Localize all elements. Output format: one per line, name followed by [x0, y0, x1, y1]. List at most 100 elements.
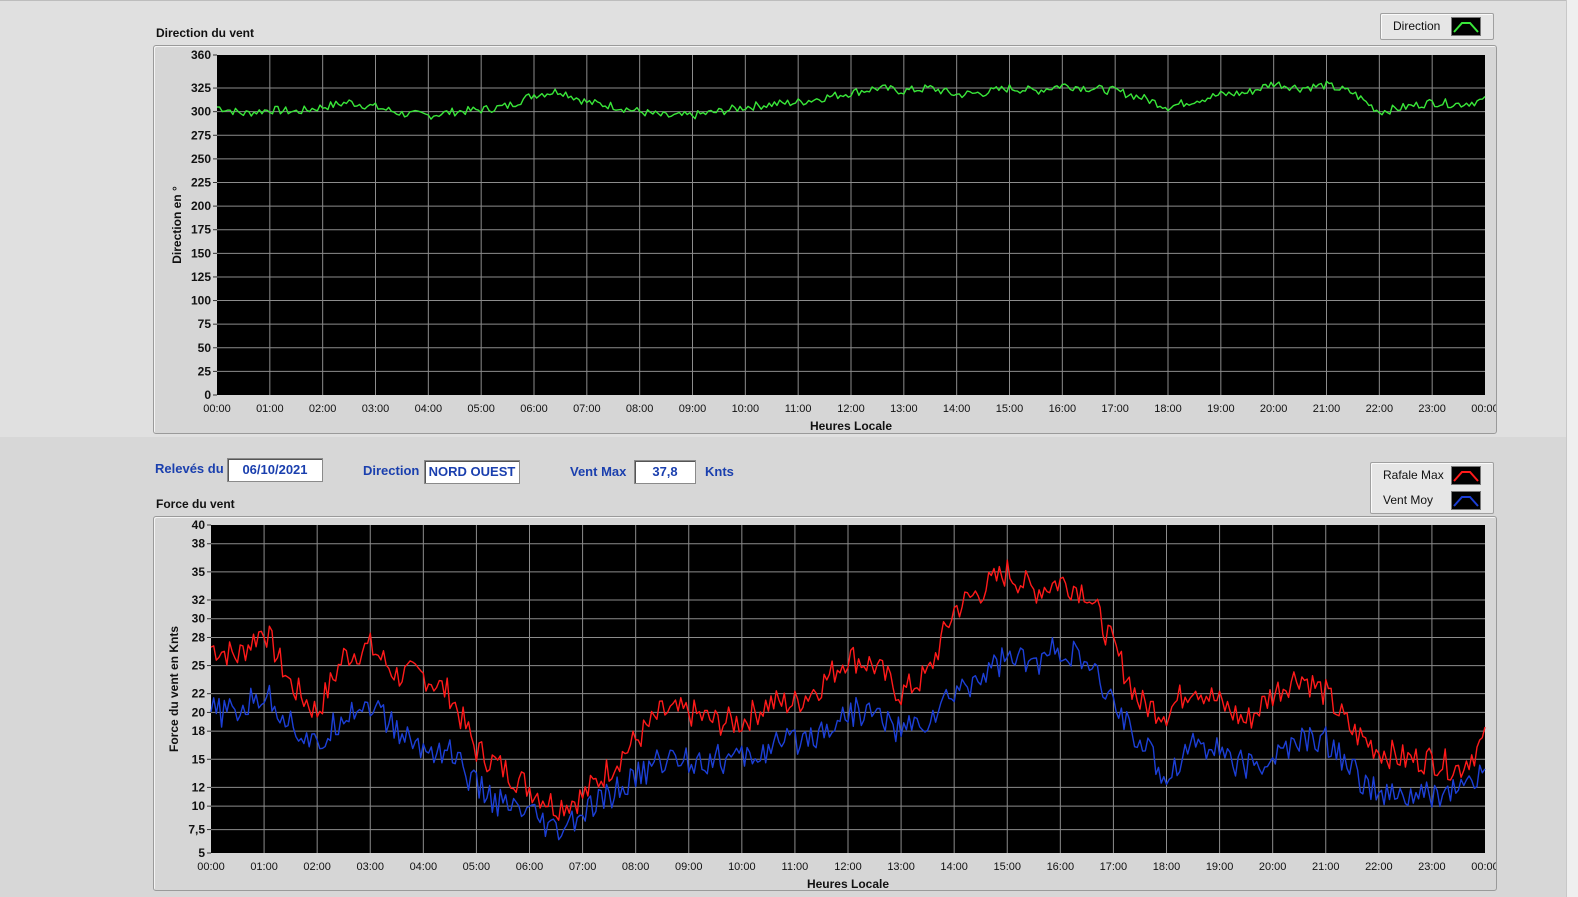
legend-label-direction: Direction — [1393, 19, 1441, 33]
x-tick-label: 17:00 — [1100, 861, 1128, 873]
legend-label-vent-moy: Vent Moy — [1383, 493, 1434, 507]
line-plot-icon-green[interactable] — [1451, 17, 1481, 36]
x-axis-ticks: 00:00 01:00 02:00 03:00 04:00 05:00 06:00 07:00… — [203, 403, 1499, 415]
x-tick-label: 15:00 — [993, 861, 1021, 873]
y-tick-label: 250 — [191, 152, 211, 166]
x-tick-label: 21:00 — [1312, 861, 1340, 873]
x-tick-label: 13:00 — [890, 403, 918, 415]
y-tick-label: 125 — [191, 270, 211, 284]
x-axis-title: Heures Locale — [810, 419, 892, 433]
y-tick-label: 25 — [198, 364, 212, 378]
vent-max-label: Vent Max — [570, 464, 627, 479]
y-axis-ticks: 0 25 50 75 100 125 150 175 200 225 250 275 300 325 360 — [191, 48, 217, 402]
y-tick-label: 32 — [192, 593, 206, 607]
direction-field[interactable]: NORD OUEST — [424, 460, 520, 484]
x-tick-label: 10:00 — [732, 403, 760, 415]
y-tick-label: 300 — [191, 105, 211, 119]
x-tick-label: 01:00 — [256, 403, 284, 415]
x-tick-label: 01:00 — [250, 861, 278, 873]
x-tick-label: 05:00 — [467, 403, 495, 415]
y-tick-label: 0 — [204, 388, 211, 402]
y-tick-label: 175 — [191, 223, 211, 237]
x-tick-label: 07:00 — [569, 861, 597, 873]
y-tick-label: 75 — [198, 317, 212, 331]
y-tick-label: 15 — [192, 752, 206, 766]
legend-item-rafale-max[interactable]: Rafale Max — [1371, 463, 1493, 487]
line-plot-icon-blue[interactable] — [1451, 491, 1481, 510]
x-tick-label: 18:00 — [1154, 403, 1182, 415]
x-tick-label: 19:00 — [1207, 403, 1235, 415]
x-tick-label: 16:00 — [1047, 861, 1075, 873]
unit-label: Knts — [705, 464, 734, 479]
x-tick-label: 15:00 — [996, 403, 1024, 415]
x-tick-label: 12:00 — [837, 403, 865, 415]
y-tick-label: 30 — [192, 612, 206, 626]
y-tick-label: 10 — [192, 799, 206, 813]
y-tick-label: 225 — [191, 176, 211, 190]
y-tick-label: 25 — [192, 659, 206, 673]
y-tick-label: 200 — [191, 199, 211, 213]
x-tick-label: 11:00 — [782, 861, 809, 873]
window-right-edge — [1566, 0, 1578, 897]
x-tick-label: 07:00 — [573, 403, 601, 415]
x-tick-label: 09:00 — [675, 861, 703, 873]
x-tick-label: 04:00 — [415, 403, 443, 415]
x-tick-label: 18:00 — [1153, 861, 1181, 873]
y-tick-label: 5 — [198, 846, 205, 860]
releves-label: Relevés du — [155, 461, 224, 476]
y-tick-label: 150 — [191, 246, 211, 260]
x-tick-label: 22:00 — [1366, 403, 1394, 415]
y-axis-ticks: 5 7,5 10 12 15 18 20 22 25 28 30 32 35 38 40 — [188, 518, 211, 860]
x-tick-label: 19:00 — [1206, 861, 1234, 873]
x-tick-label: 10:00 — [728, 861, 756, 873]
x-tick-label: 03:00 — [362, 403, 390, 415]
x-tick-label: 03:00 — [356, 861, 384, 873]
date-field[interactable]: 06/10/2021 — [227, 458, 323, 482]
y-axis-title: Force du vent en Knts — [167, 626, 181, 752]
y-tick-label: 12 — [192, 780, 206, 794]
y-tick-label: 50 — [198, 341, 212, 355]
x-tick-label: 00:00 — [1471, 861, 1496, 873]
force-chart-panel: 5 7,5 10 12 15 18 20 22 25 28 30 32 35 38 40 00:00 01:0… — [153, 516, 1499, 891]
direction-section-title: Direction du vent — [156, 26, 255, 40]
x-tick-label: 11:00 — [785, 403, 812, 415]
x-tick-label: 23:00 — [1418, 403, 1446, 415]
y-tick-label: 35 — [192, 565, 206, 579]
x-tick-label: 04:00 — [410, 861, 438, 873]
legend-item-vent-moy[interactable]: Vent Moy — [1371, 488, 1493, 512]
x-tick-label: 00:00 — [203, 403, 231, 415]
y-tick-label: 7,5 — [188, 823, 205, 837]
legend-item-direction[interactable]: Direction — [1381, 14, 1493, 38]
x-tick-label: 06:00 — [516, 861, 544, 873]
x-tick-label: 08:00 — [626, 403, 654, 415]
y-tick-label: 38 — [192, 537, 206, 551]
force-legend[interactable]: Rafale Max Vent Moy — [1370, 462, 1494, 514]
y-tick-label: 275 — [191, 128, 211, 142]
direction-legend[interactable]: Direction — [1380, 13, 1494, 40]
y-tick-label: 325 — [191, 81, 211, 95]
force-section-title: Force du vent — [156, 497, 235, 511]
x-tick-label: 05:00 — [463, 861, 491, 873]
force-chart: 5 7,5 10 12 15 18 20 22 25 28 30 32 35 38 40 00:00 01:0… — [167, 518, 1499, 891]
x-tick-label: 21:00 — [1313, 403, 1341, 415]
legend-label-rafale-max: Rafale Max — [1383, 468, 1444, 482]
x-tick-label: 14:00 — [940, 861, 968, 873]
y-tick-label: 18 — [192, 724, 206, 738]
x-tick-label: 13:00 — [887, 861, 915, 873]
x-axis-title: Heures Locale — [807, 877, 889, 890]
direction-chart: 0 25 50 75 100 125 150 175 200 225 250 275 300 325 360… — [170, 48, 1499, 433]
x-tick-label: 09:00 — [679, 403, 707, 415]
y-tick-label: 100 — [191, 294, 211, 308]
y-tick-label: 20 — [192, 705, 206, 719]
x-tick-label: 00:00 — [1471, 403, 1496, 415]
line-plot-icon-red[interactable] — [1451, 466, 1481, 485]
x-tick-label: 00:00 — [197, 861, 225, 873]
x-tick-label: 22:00 — [1365, 861, 1393, 873]
y-axis-title: Direction en ° — [170, 186, 184, 264]
x-tick-label: 08:00 — [622, 861, 650, 873]
y-tick-label: 360 — [191, 48, 211, 62]
vent-max-field[interactable]: 37,8 — [634, 460, 696, 484]
x-tick-label: 06:00 — [520, 403, 548, 415]
x-tick-label: 20:00 — [1259, 861, 1287, 873]
x-tick-label: 14:00 — [943, 403, 971, 415]
